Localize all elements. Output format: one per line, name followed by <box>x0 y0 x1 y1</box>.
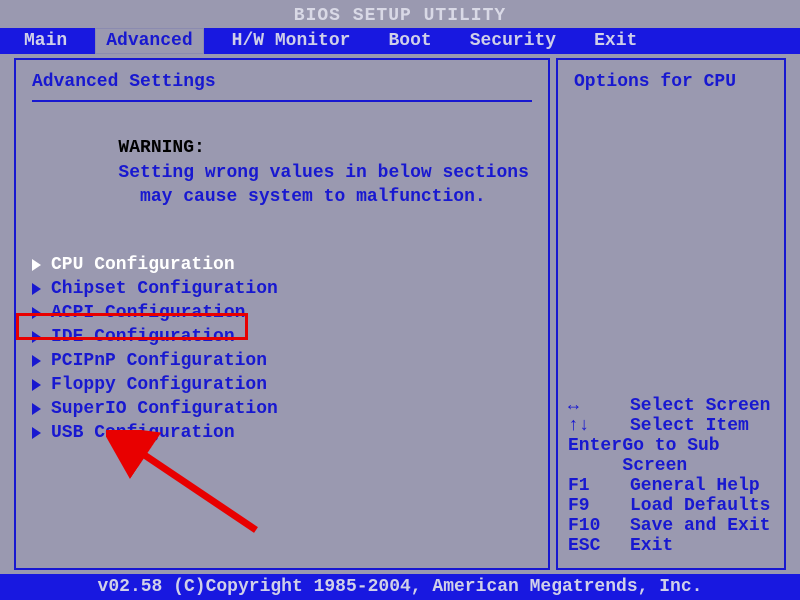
submenu-label: SuperIO Configuration <box>51 399 278 419</box>
tab-main[interactable]: Main <box>14 29 77 53</box>
triangle-icon <box>32 307 41 319</box>
submenu-label: Chipset Configuration <box>51 279 278 299</box>
divider <box>32 100 532 102</box>
tab-h-w-monitor[interactable]: H/W Monitor <box>222 29 361 53</box>
tab-boot[interactable]: Boot <box>378 29 441 53</box>
submenu-label: USB Configuration <box>51 423 235 443</box>
submenu-label: IDE Configuration <box>51 327 235 347</box>
warning-text: WARNING: Setting wrong values in below s… <box>32 112 532 233</box>
hint-key: F10 <box>568 516 630 536</box>
hint-label: Go to Sub Screen <box>622 436 774 476</box>
key-hints: ↔Select Screen↑↓Select ItemEnterGo to Su… <box>568 396 774 556</box>
submenu-usb-configuration[interactable]: USB Configuration <box>32 421 532 445</box>
hint-row: ESCExit <box>568 536 774 556</box>
submenu-chipset-configuration[interactable]: Chipset Configuration <box>32 277 532 301</box>
submenu-pcipnp-configuration[interactable]: PCIPnP Configuration <box>32 349 532 373</box>
section-title: Advanced Settings <box>32 72 532 92</box>
callout-arrow-icon <box>106 430 286 550</box>
hint-label: General Help <box>630 476 760 496</box>
tab-security[interactable]: Security <box>460 29 566 53</box>
triangle-icon <box>32 355 41 367</box>
hint-label: Select Screen <box>630 396 770 416</box>
hint-key: ↑↓ <box>568 416 630 436</box>
hint-label: Save and Exit <box>630 516 770 536</box>
hint-row: F1General Help <box>568 476 774 496</box>
hint-row: F10Save and Exit <box>568 516 774 536</box>
submenu-label: ACPI Configuration <box>51 303 245 323</box>
hint-key: F9 <box>568 496 630 516</box>
hint-key: F1 <box>568 476 630 496</box>
triangle-icon <box>32 403 41 415</box>
warning-label: WARNING: <box>118 138 204 158</box>
side-panel-title: Options for CPU <box>574 72 768 92</box>
main-panel: Advanced Settings WARNING: Setting wrong… <box>14 58 550 570</box>
submenu-superio-configuration[interactable]: SuperIO Configuration <box>32 397 532 421</box>
submenu-ide-configuration[interactable]: IDE Configuration <box>32 325 532 349</box>
submenu-label: PCIPnP Configuration <box>51 351 267 371</box>
triangle-icon <box>32 331 41 343</box>
tab-advanced[interactable]: Advanced <box>95 28 203 54</box>
hint-key: Enter <box>568 436 622 476</box>
top-menu-bar: Main Advanced H/W Monitor Boot Security Exit <box>0 28 800 54</box>
triangle-icon <box>32 379 41 391</box>
hint-label: Load Defaults <box>630 496 770 516</box>
submenu-label: Floppy Configuration <box>51 375 267 395</box>
side-panel: Options for CPU ↔Select Screen↑↓Select I… <box>556 58 786 570</box>
submenu-label: CPU Configuration <box>51 255 235 275</box>
hint-row: ↔Select Screen <box>568 396 774 416</box>
triangle-icon <box>32 259 41 271</box>
submenu-acpi-configuration[interactable]: ACPI Configuration <box>32 301 532 325</box>
submenu-floppy-configuration[interactable]: Floppy Configuration <box>32 373 532 397</box>
hint-label: Exit <box>630 536 673 556</box>
submenu-list: CPU Configuration Chipset Configuration AC… <box>32 253 532 445</box>
triangle-icon <box>32 283 41 295</box>
tab-exit[interactable]: Exit <box>584 29 647 53</box>
hint-row: F9Load Defaults <box>568 496 774 516</box>
hint-row: EnterGo to Sub Screen <box>568 436 774 476</box>
app-title: BIOS SETUP UTILITY <box>0 6 800 28</box>
hint-key: ESC <box>568 536 630 556</box>
triangle-icon <box>32 427 41 439</box>
submenu-cpu-configuration[interactable]: CPU Configuration <box>32 253 532 277</box>
footer-copyright: v02.58 (C)Copyright 1985-2004, American … <box>0 574 800 600</box>
hint-key: ↔ <box>568 396 630 416</box>
hint-row: ↑↓Select Item <box>568 416 774 436</box>
warning-body: Setting wrong values in below sections m… <box>32 163 529 207</box>
hint-label: Select Item <box>630 416 749 436</box>
